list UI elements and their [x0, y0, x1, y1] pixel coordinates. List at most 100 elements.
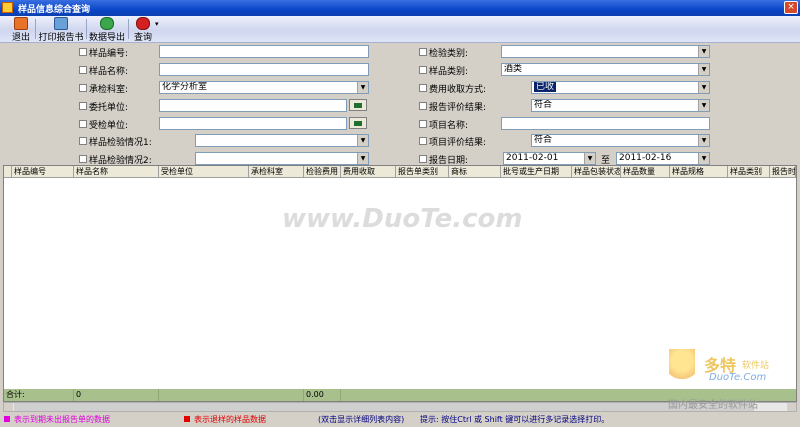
col-header[interactable]: 报告单类别	[396, 166, 449, 177]
dept-checkbox[interactable]	[79, 84, 87, 92]
printer-icon	[54, 17, 68, 30]
sample-category-label: 样品类别:	[429, 67, 469, 77]
footer-cell	[159, 389, 304, 401]
item-result-label: 项目评价结果:	[429, 138, 487, 148]
col-header[interactable]: 承检科室	[249, 166, 304, 177]
item-result-checkbox[interactable]	[419, 137, 427, 145]
inspection-status2-checkbox[interactable]	[79, 155, 87, 163]
toolbar-separator	[35, 19, 36, 39]
client-checkbox[interactable]	[79, 102, 87, 110]
inspected-unit-checkbox[interactable]	[79, 120, 87, 128]
inspected-unit-input[interactable]	[159, 117, 347, 130]
sample-no-checkbox[interactable]	[79, 48, 87, 56]
item-name-checkbox[interactable]	[419, 120, 427, 128]
chevron-down-icon[interactable]: ▼	[584, 153, 595, 164]
total-count: 0	[74, 389, 159, 401]
chevron-down-icon[interactable]: ▼	[698, 46, 709, 57]
fee-method-checkbox[interactable]	[419, 84, 427, 92]
col-header[interactable]: 批号或生产日期	[501, 166, 572, 177]
sample-category-checkbox[interactable]	[419, 66, 427, 74]
scroll-thumb[interactable]	[14, 403, 754, 411]
col-header[interactable]: 检验费用	[304, 166, 341, 177]
pink-legend-text: 表示到期未出报告单的数据	[14, 415, 110, 424]
print-report-button[interactable]: 打印报告书	[38, 17, 84, 43]
chevron-down-icon[interactable]: ▼	[698, 153, 709, 164]
col-header[interactable]: 受检单位	[159, 166, 249, 177]
sample-name-input[interactable]	[159, 63, 369, 76]
exit-button[interactable]: 退出	[8, 17, 34, 43]
sample-category-value: 酒类	[504, 64, 523, 74]
inspected-unit-lookup-button[interactable]	[349, 117, 367, 129]
col-header[interactable]: 样品类别	[728, 166, 770, 177]
date-to-picker[interactable]: 2011-02-16 ▼	[616, 152, 710, 165]
sample-name-checkbox[interactable]	[79, 66, 87, 74]
export-button[interactable]: 数据导出	[88, 17, 126, 43]
watermark-logo-url: DuoTe.Com	[709, 372, 767, 383]
date-from-picker[interactable]: 2011-02-01 ▼	[503, 152, 596, 165]
dept-select[interactable]: 化学分析室 ▼	[159, 81, 369, 94]
item-name-input[interactable]	[501, 117, 710, 130]
chevron-down-icon[interactable]: ▼	[698, 64, 709, 75]
report-result-label: 报告评价结果:	[429, 103, 487, 113]
chevron-down-icon[interactable]: ▼	[357, 82, 368, 93]
inspection-status2-select[interactable]: ▼	[195, 152, 369, 165]
watermark-logo-sub: 软件站	[742, 361, 770, 371]
watermark-tagline: 国内最安全的软件站	[668, 400, 758, 411]
col-header[interactable]: 商标	[449, 166, 501, 177]
query-dropdown-arrow[interactable]: ▾	[155, 20, 159, 44]
toolbar: 退出 打印报告书 数据导出 查询 ▾	[0, 16, 800, 43]
inspection-type-checkbox[interactable]	[419, 48, 427, 56]
watermark-text: www.DuoTe.com	[282, 204, 523, 234]
client-label: 委托单位:	[89, 103, 129, 113]
item-name-label: 项目名称:	[429, 121, 469, 131]
total-fee: 0.00	[304, 389, 341, 401]
dblclick-hint: (双击显示详细列表内容)	[318, 415, 405, 424]
fee-method-select[interactable]: 已收 ▼	[531, 81, 710, 94]
chevron-down-icon[interactable]: ▼	[357, 153, 368, 164]
chevron-down-icon[interactable]: ▼	[357, 135, 368, 146]
sample-category-select[interactable]: 酒类 ▼	[501, 63, 710, 76]
query-button[interactable]: 查询	[131, 17, 155, 43]
col-header[interactable]: 样品编号	[12, 166, 74, 177]
chevron-down-icon[interactable]: ▼	[698, 100, 709, 111]
inspection-type-label: 检验类别:	[429, 49, 469, 59]
app-icon	[2, 2, 13, 13]
inspection-type-select[interactable]: ▼	[501, 45, 710, 58]
dept-label: 承检科室:	[89, 85, 129, 95]
col-header[interactable]: 样品数量	[621, 166, 670, 177]
chevron-down-icon[interactable]: ▼	[698, 135, 709, 146]
export-icon	[100, 17, 114, 30]
sample-no-label: 样品编号:	[89, 49, 129, 59]
date-to-value: 2011-02-16	[619, 153, 672, 163]
col-header[interactable]: 样品规格	[670, 166, 728, 177]
col-header[interactable]: 样品包装状态	[572, 166, 621, 177]
lookup-icon	[354, 103, 362, 108]
inspection-status1-select[interactable]: ▼	[195, 134, 369, 147]
dept-value: 化学分析室	[162, 82, 208, 92]
client-input[interactable]	[159, 99, 347, 112]
mascot-logo-icon	[669, 349, 695, 383]
col-header[interactable]: 报告时	[770, 166, 796, 177]
report-date-checkbox[interactable]	[419, 155, 427, 163]
inspection-status1-label: 样品检验情况1:	[89, 138, 152, 148]
report-result-checkbox[interactable]	[419, 102, 427, 110]
item-result-select[interactable]: 符合 ▼	[531, 134, 710, 147]
report-result-select[interactable]: 符合 ▼	[531, 99, 710, 112]
close-button[interactable]: ×	[784, 1, 798, 14]
title-bar: 样品信息综合查询 ×	[0, 0, 800, 16]
chevron-down-icon[interactable]: ▼	[698, 82, 709, 93]
fee-method-value: 已收	[534, 82, 557, 92]
inspection-status1-checkbox[interactable]	[79, 137, 87, 145]
col-header[interactable]: 样品名称	[74, 166, 159, 177]
multiselect-hint: 提示: 按住Ctrl 或 Shift 键可以进行多记录选择打印。	[420, 415, 610, 424]
scroll-left-icon[interactable]	[4, 403, 13, 411]
scroll-right-icon[interactable]	[787, 403, 796, 411]
col-header[interactable]: 费用收取	[341, 166, 396, 177]
query-label: 查询	[133, 33, 152, 43]
toolbar-separator	[128, 19, 129, 39]
sample-no-input[interactable]	[159, 45, 369, 58]
report-result-value: 符合	[534, 100, 553, 110]
sample-name-label: 样品名称:	[89, 67, 129, 77]
client-lookup-button[interactable]	[349, 99, 367, 111]
results-grid[interactable]: 样品编号 样品名称 受检单位 承检科室 检验费用 费用收取 报告单类别 商标 批…	[3, 165, 797, 402]
